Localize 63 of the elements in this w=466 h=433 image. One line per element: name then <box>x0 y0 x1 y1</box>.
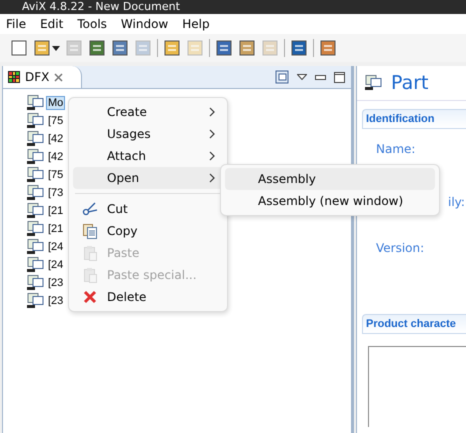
delete-icon <box>82 289 98 305</box>
menu-item[interactable]: Open <box>73 167 223 189</box>
tree-item[interactable]: [24 <box>46 240 66 254</box>
part-icon <box>27 275 45 291</box>
tree-item[interactable]: [23 <box>46 294 66 308</box>
field-label: Name: <box>376 142 416 156</box>
panel-tab[interactable]: DFX <box>3 66 82 88</box>
tree-item[interactable]: [73 <box>46 186 66 200</box>
part-icon <box>27 185 45 201</box>
chevron-right-icon <box>209 107 215 117</box>
menu-item[interactable]: Usages <box>73 123 223 145</box>
part-icon <box>27 221 45 237</box>
menu-item[interactable]: Create <box>73 101 223 123</box>
menu-item[interactable]: Attach <box>73 145 223 167</box>
part-icon <box>27 203 45 219</box>
menu-item[interactable]: Cut <box>73 198 223 220</box>
field-label: Version: <box>376 241 424 255</box>
menu-item[interactable]: Delete <box>73 286 223 308</box>
part-icon <box>27 149 45 165</box>
part-icon <box>27 239 45 255</box>
tree-item[interactable]: [42 <box>46 132 66 146</box>
tree-item[interactable]: [24 <box>46 258 66 272</box>
part-icon <box>27 131 45 147</box>
tree-item[interactable]: Mo <box>46 96 66 110</box>
tree-item[interactable]: [21 <box>46 222 66 236</box>
scissors-icon <box>82 201 98 217</box>
field-label: ily: <box>448 195 465 209</box>
view-menu-icon[interactable] <box>297 74 307 80</box>
clipboard-icon <box>82 245 98 261</box>
tree-item[interactable]: [75 <box>46 114 66 128</box>
part-view-icon[interactable] <box>275 70 289 84</box>
menu-item[interactable]: File <box>6 17 26 31</box>
menu-item[interactable]: Assembly (new window) <box>225 190 435 212</box>
tree-item[interactable]: [42 <box>46 150 66 164</box>
dropdown-caret-icon[interactable] <box>52 46 60 50</box>
panel-title: Part <box>391 72 429 94</box>
chevron-right-icon <box>209 151 215 161</box>
section-header[interactable]: Identification <box>362 109 466 129</box>
part-icon <box>27 95 45 111</box>
tree-item[interactable]: [75 <box>46 168 66 182</box>
window-title: AviX 4.8.22 - New Document <box>21 0 181 14</box>
menu-item[interactable]: Help <box>182 17 210 31</box>
part-icon <box>27 293 45 309</box>
menu-item[interactable]: Copy <box>73 220 223 242</box>
part-icon <box>27 167 45 183</box>
close-icon[interactable] <box>54 72 64 82</box>
tree-item[interactable]: [21 <box>46 204 66 218</box>
part-icon <box>27 113 45 129</box>
part-icon <box>27 257 45 273</box>
maximize-icon[interactable] <box>334 72 345 82</box>
menu-item[interactable]: Assembly <box>225 168 435 190</box>
chevron-right-icon <box>209 129 215 139</box>
tree-item[interactable]: [23 <box>46 276 66 290</box>
menu-item[interactable]: Edit <box>40 17 64 31</box>
section-header[interactable]: Product characte <box>362 314 466 334</box>
grid-icon <box>8 71 20 83</box>
clipboard-icon <box>82 267 98 283</box>
minimize-icon[interactable] <box>315 74 326 80</box>
chevron-right-icon <box>209 173 215 183</box>
copy-icon <box>82 223 98 239</box>
menu-item[interactable]: Window <box>120 17 168 31</box>
menu-item[interactable]: Tools <box>77 17 107 31</box>
part-icon <box>365 75 383 91</box>
